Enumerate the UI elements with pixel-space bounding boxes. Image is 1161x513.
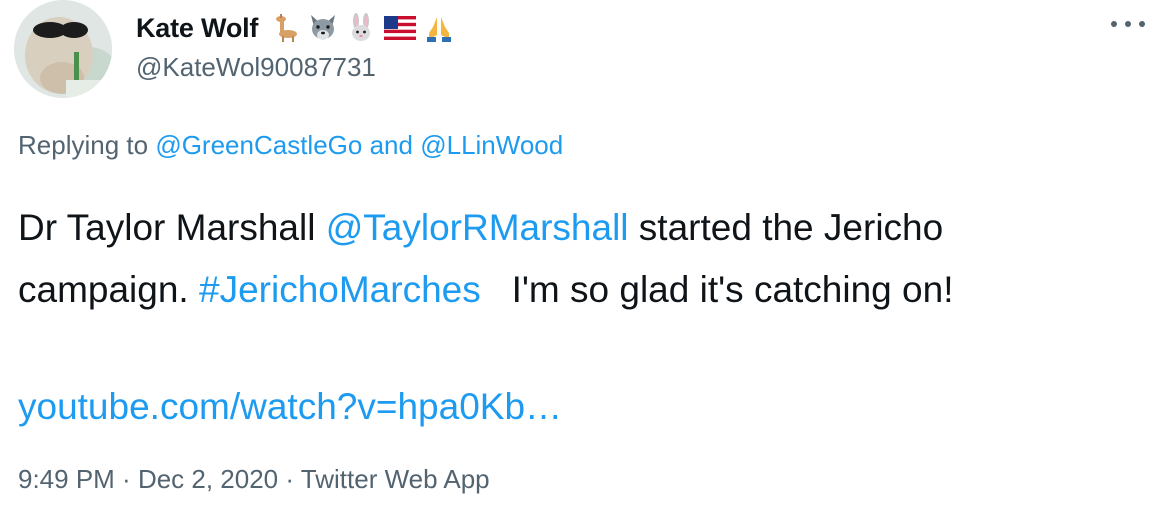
meta-separator: · [114,464,138,494]
reply-user-link[interactable]: @LLinWood [420,130,563,160]
url-line: youtube.com/watch?v=hpa0Kb… [18,376,562,438]
folded-hands-icon [427,17,452,42]
us-flag-icon [384,16,417,40]
rabbit-face-icon [352,13,371,41]
replying-prefix: Replying to [18,130,149,160]
tweet-text-segment: campaign. [18,269,199,310]
tweet-text-segment: I'm so glad it's catching on! [480,269,954,310]
name-emoji-row [270,13,454,43]
more-dot [1139,21,1145,27]
tweet-text-segment: Dr Taylor Marshall [18,207,326,248]
author-handle[interactable]: @KateWol90087731 [136,52,376,83]
avatar[interactable] [14,0,112,98]
reply-user-link[interactable]: @GreenCastleGo [155,130,362,160]
more-dot [1111,21,1117,27]
tweet-meta: 9:49 PM · Dec 2, 2020 · Twitter Web App [18,464,490,495]
reply-conjunction: and [369,130,413,160]
tweet-source[interactable]: Twitter Web App [301,464,490,494]
youtube-link[interactable]: youtube.com/watch?v=hpa0Kb… [18,386,562,427]
tweet-text-line: Dr Taylor Marshall @TaylorRMarshall star… [18,197,1148,259]
replying-to: Replying to @GreenCastleGo and @LLinWood [18,130,563,161]
tweet-date[interactable]: Dec 2, 2020 [138,464,278,494]
meta-separator: · [278,464,301,494]
wolf-face-icon [311,15,336,40]
tweet-time[interactable]: 9:49 PM [18,464,115,494]
more-dot [1125,21,1131,27]
avatar-llama-with-sunglasses-icon [14,0,112,98]
more-options-icon[interactable] [1111,12,1145,36]
mention-link[interactable]: @TaylorRMarshall [326,207,629,248]
tweet-text-segment: started the Jericho [628,207,944,248]
tweet-text-line: campaign. #JerichoMarches I'm so glad it… [18,259,1148,321]
hashtag-link[interactable]: #JerichoMarches [199,269,481,310]
display-name[interactable]: Kate Wolf [136,13,258,44]
tweet-text: Dr Taylor Marshall @TaylorRMarshall star… [18,197,1148,321]
llama-icon [276,14,298,42]
name-row: Kate Wolf [136,8,454,48]
tweet: Kate Wolf @KateWol90087731 Replying to @… [0,0,1161,513]
